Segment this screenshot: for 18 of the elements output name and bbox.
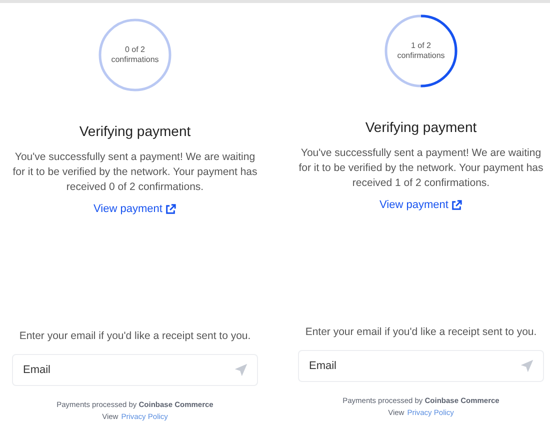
status-message: You've successfully sent a payment! We are waiting for it to be verified by the network. Your payment has received 0 of 2 confirmations.: [12, 150, 258, 195]
external-link-icon: [165, 204, 176, 214]
status-title: Verifying payment: [79, 123, 191, 139]
send-icon[interactable]: [234, 363, 248, 377]
send-icon[interactable]: [520, 359, 534, 373]
status-title: Verifying payment: [365, 119, 477, 135]
confirmation-unit: confirmations: [397, 51, 445, 61]
external-link-icon: [451, 200, 462, 210]
confirmation-unit: confirmations: [111, 55, 159, 65]
status-message: You've successfully sent a payment! We are waiting for it to be verified by the network. Your payment has received 1 of 2 confirmations.: [298, 146, 544, 191]
email-field[interactable]: Email: [12, 354, 258, 386]
confirmation-count: 1 of 2: [410, 41, 431, 51]
email-prompt: Enter your email if you'd like a receipt sent to you.: [305, 326, 537, 338]
email-prompt: Enter your email if you'd like a receipt sent to you.: [19, 330, 251, 342]
confirmation-count: 0 of 2: [124, 45, 145, 55]
view-payment-link[interactable]: View payment: [94, 203, 176, 215]
view-payment-link[interactable]: View payment: [380, 199, 462, 211]
email-field[interactable]: Email: [298, 350, 544, 382]
